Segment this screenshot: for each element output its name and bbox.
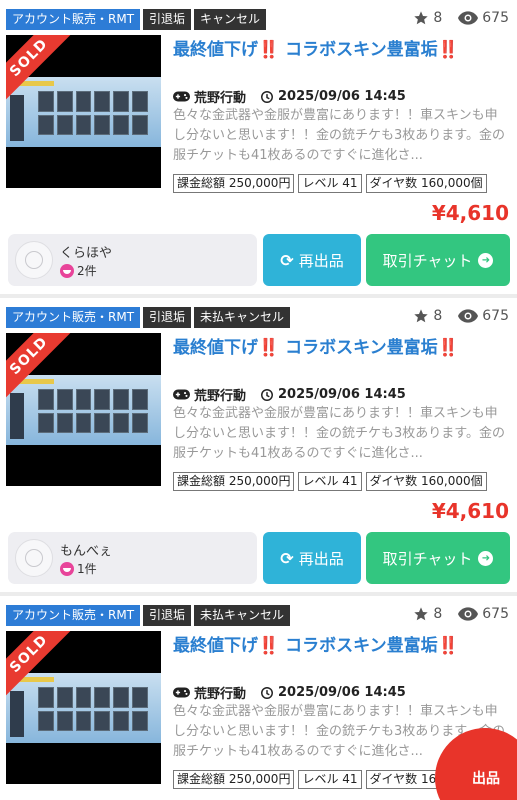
listing-title[interactable]: 最終値下げ‼️ コラボスキン豊富垢‼️	[173, 35, 513, 60]
listing-datetime: 2025/09/06 14:45	[278, 387, 406, 402]
seller-rating: 1件	[60, 560, 97, 577]
seller-rating: 2件	[60, 262, 97, 279]
chat-label: 取引チャット	[382, 251, 473, 270]
spec-list: 課金総額 250,000円 レベル 41 ダイヤ数 160,000個	[173, 174, 487, 193]
star-icon	[414, 607, 429, 621]
tag-list: アカウント販売・RMT 引退垢 未払キャンセル	[6, 605, 291, 626]
eye-icon	[458, 607, 479, 621]
tag-type: 引退垢	[143, 307, 192, 328]
smile-icon	[60, 561, 74, 576]
stats: 8 675	[413, 10, 509, 26]
eye-icon	[458, 309, 479, 323]
arrow-circle-right-icon: ➜	[478, 252, 494, 268]
tag-list: アカウント販売・RMT 引退垢 未払キャンセル	[6, 307, 291, 328]
favorite-count: 8	[433, 606, 443, 622]
seller-info[interactable]: くらほや 2件	[8, 234, 257, 286]
listing-description: 色々な金武器や金服が豊富にあります！！車スキンも申し分ないと思います！！金の銃チ…	[173, 406, 505, 461]
listing-thumbnail[interactable]: SOLD	[6, 35, 161, 188]
tag-type: 引退垢	[143, 605, 192, 626]
gamepad-icon	[173, 389, 190, 400]
screenshot-image	[6, 375, 161, 445]
screenshot-image	[6, 673, 161, 743]
spec-level: レベル 41	[298, 174, 362, 193]
seller-review-count: 2件	[77, 264, 97, 278]
refresh-icon: ⟳	[280, 548, 294, 568]
game-name: 荒野行動	[194, 389, 247, 404]
refresh-icon: ⟳	[280, 250, 294, 270]
listing-datetime: 2025/09/06 14:45	[278, 685, 406, 700]
relist-button[interactable]: ⟳ 再出品	[263, 532, 361, 584]
sell-fab-label: 出品	[472, 771, 500, 787]
relist-label: 再出品	[298, 549, 344, 568]
listing-meta: 荒野行動 2025/09/06 14:45	[173, 385, 406, 404]
listing-title[interactable]: 最終値下げ‼️ コラボスキン豊富垢‼️	[173, 631, 513, 656]
listing-meta: 荒野行動 2025/09/06 14:45	[173, 87, 406, 106]
chat-button[interactable]: 取引チャット ➜	[366, 234, 510, 286]
seller-review-count: 1件	[77, 562, 97, 576]
chat-button[interactable]: 取引チャット ➜	[366, 532, 510, 584]
listing-card[interactable]: アカウント販売・RMT 引退垢 キャンセル 8 675 SOLD 最終値下げ‼️…	[0, 0, 517, 298]
star-icon	[414, 309, 429, 323]
game-name: 荒野行動	[194, 687, 247, 702]
spec-level: レベル 41	[298, 770, 362, 789]
spec-total-spent: 課金総額 250,000円	[173, 174, 295, 193]
tag-status: 未払キャンセル	[194, 605, 291, 626]
listing-thumbnail[interactable]: SOLD	[6, 631, 161, 784]
seller-name: くらほや	[60, 246, 113, 261]
avatar	[15, 539, 53, 577]
favorite-count: 8	[433, 10, 443, 26]
spec-diamonds: ダイヤ数 160,000個	[365, 472, 487, 491]
seller-info[interactable]: もんべぇ 1件	[8, 532, 257, 584]
listing-price: ¥4,610	[431, 201, 509, 225]
listing-title[interactable]: 最終値下げ‼️ コラボスキン豊富垢‼️	[173, 333, 513, 358]
listing-meta: 荒野行動 2025/09/06 14:45	[173, 683, 406, 702]
tag-status: 未払キャンセル	[194, 307, 291, 328]
seller-name: もんべぇ	[60, 544, 113, 559]
eye-icon	[458, 11, 479, 25]
view-count: 675	[482, 308, 509, 324]
view-count: 675	[482, 606, 509, 622]
spec-list: 課金総額 250,000円 レベル 41 ダイヤ数 160,000個	[173, 472, 487, 491]
chat-label: 取引チャット	[382, 549, 473, 568]
gamepad-icon	[173, 687, 190, 698]
spec-total-spent: 課金総額 250,000円	[173, 770, 295, 789]
view-count: 675	[482, 10, 509, 26]
listing-card[interactable]: アカウント販売・RMT 引退垢 未払キャンセル 8 675 SOLD 最終値下げ…	[0, 298, 517, 596]
relist-button[interactable]: ⟳ 再出品	[263, 234, 361, 286]
smile-icon	[60, 263, 74, 278]
listing-price: ¥4,610	[431, 499, 509, 523]
spec-diamonds: ダイヤ数 160,000個	[365, 174, 487, 193]
tag-status: キャンセル	[194, 9, 267, 30]
spec-level: レベル 41	[298, 472, 362, 491]
stats: 8 675	[413, 606, 509, 622]
tag-type: 引退垢	[143, 9, 192, 30]
tag-list: アカウント販売・RMT 引退垢 キャンセル	[6, 9, 267, 30]
star-icon	[414, 11, 429, 25]
game-name: 荒野行動	[194, 91, 247, 106]
tag-category: アカウント販売・RMT	[6, 9, 141, 30]
listing-thumbnail[interactable]: SOLD	[6, 333, 161, 486]
clock-history-icon	[261, 90, 273, 103]
gamepad-icon	[173, 91, 190, 102]
relist-label: 再出品	[298, 251, 344, 270]
listing-description: 色々な金武器や金服が豊富にあります！！車スキンも申し分ないと思います！！金の銃チ…	[173, 108, 505, 163]
screenshot-image	[6, 77, 161, 147]
tag-category: アカウント販売・RMT	[6, 307, 141, 328]
favorite-count: 8	[433, 308, 443, 324]
spec-total-spent: 課金総額 250,000円	[173, 472, 295, 491]
clock-history-icon	[261, 686, 273, 699]
listing-datetime: 2025/09/06 14:45	[278, 89, 406, 104]
tag-category: アカウント販売・RMT	[6, 605, 141, 626]
clock-history-icon	[261, 388, 273, 401]
avatar	[15, 241, 53, 279]
arrow-circle-right-icon: ➜	[478, 550, 494, 566]
stats: 8 675	[413, 308, 509, 324]
